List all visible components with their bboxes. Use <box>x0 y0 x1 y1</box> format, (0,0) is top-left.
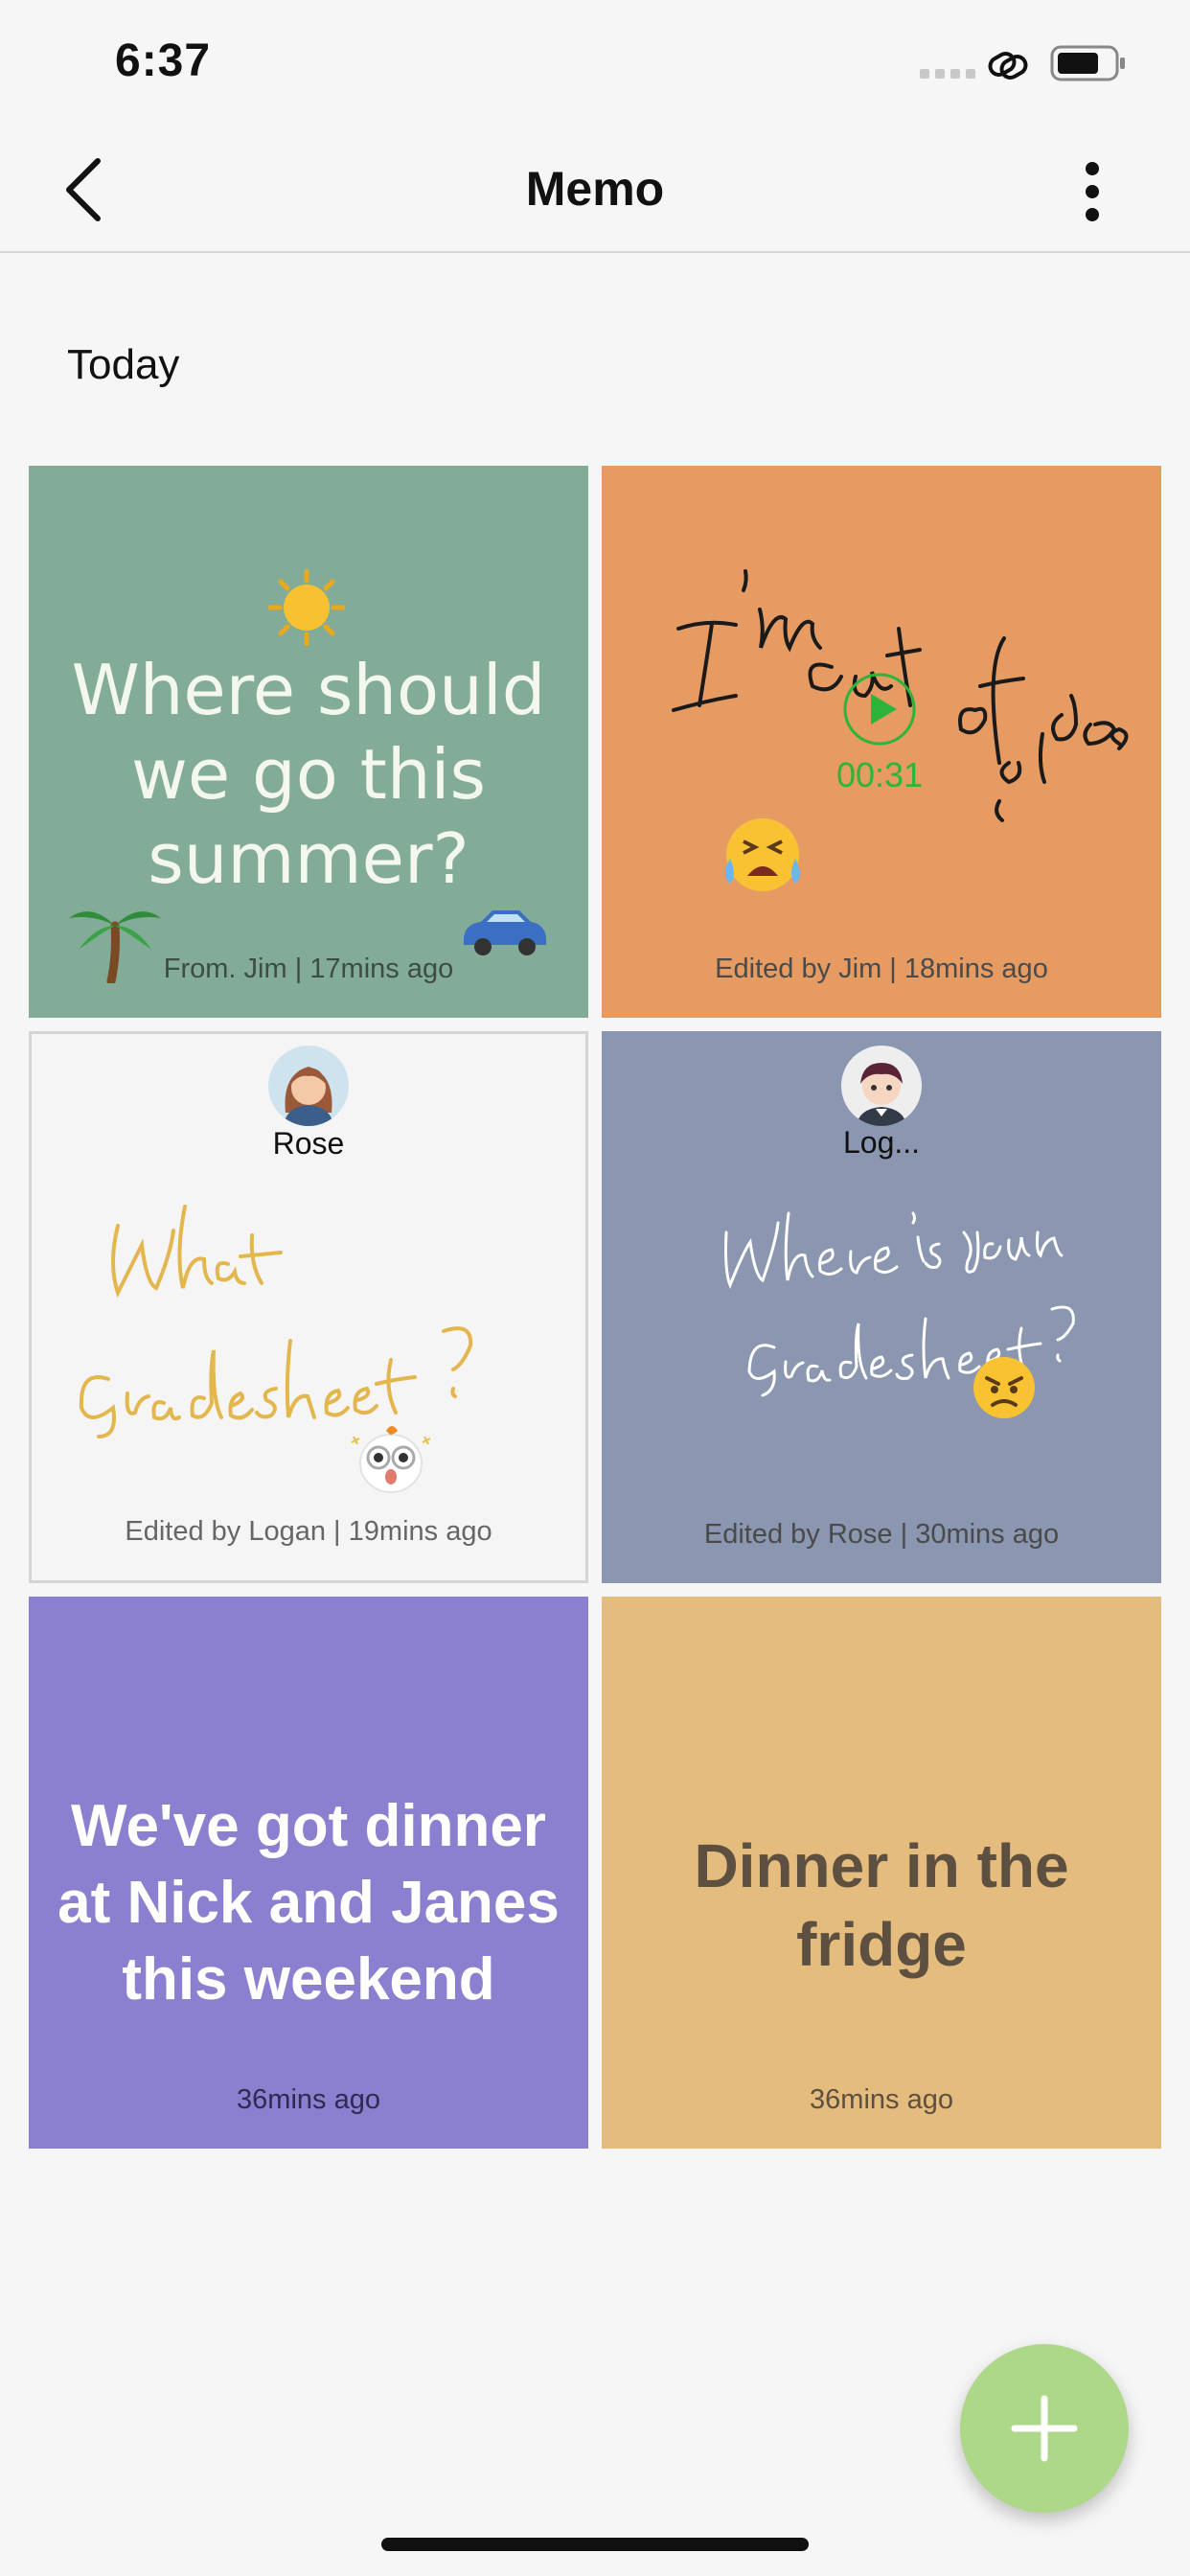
avatar <box>268 1046 349 1126</box>
memo-footer: 36mins ago <box>237 2084 380 2115</box>
memo-text: Dinner in the fridge <box>694 1831 1069 1979</box>
memo-footer: From. Jim | 17mins ago <box>163 954 454 984</box>
section-title: Today <box>67 341 180 388</box>
plus-icon <box>1011 2395 1078 2462</box>
add-memo-button[interactable] <box>960 2344 1129 2513</box>
memo-footer: Edited by Logan | 19mins ago <box>125 1516 492 1547</box>
car-icon <box>464 910 546 955</box>
memo-footer: Edited by Jim | 18mins ago <box>715 954 1048 984</box>
owl-sticker-icon <box>351 1426 431 1493</box>
memo-footer: 36mins ago <box>810 2084 953 2115</box>
memo-card[interactable]: Log... Edited by Rose | 30mins ago <box>602 1031 1161 1583</box>
audio-duration: 00:31 <box>835 755 924 794</box>
memo-card[interactable]: Dinner in the fridge 36mins ago <box>602 1597 1161 2149</box>
memo-card[interactable]: 00:31 Edited by Jim | 18mins ago <box>602 466 1161 1018</box>
memo-text: We've got dinner at Nick and Janes this … <box>57 1793 560 2012</box>
avatar-name: Log... <box>842 1125 921 1160</box>
angry-face-icon <box>973 1357 1035 1418</box>
memo-footer: Edited by Rose | 30mins ago <box>703 1519 1060 1550</box>
page-title: Memo <box>525 162 665 216</box>
more-options-icon[interactable] <box>1064 157 1121 226</box>
battery-icon <box>1050 45 1125 81</box>
crying-face-icon <box>725 818 800 891</box>
avatar-name: Rose <box>272 1126 345 1161</box>
app-header: Memo <box>0 125 1190 253</box>
avatar <box>841 1046 922 1126</box>
status-bar: 6:37 <box>0 0 1190 125</box>
link-icon <box>988 52 1028 80</box>
play-icon[interactable] <box>841 671 918 748</box>
status-time: 6:37 <box>115 35 212 86</box>
handwriting-drawing <box>724 1211 1075 1397</box>
memo-card[interactable]: We've got dinner at Nick and Janes this … <box>29 1597 588 2149</box>
home-indicator[interactable] <box>381 2538 809 2551</box>
handwriting-drawing <box>79 1205 473 1438</box>
sun-icon <box>268 569 345 646</box>
memo-text: Where should we go this summer? <box>71 650 546 899</box>
signal-icon <box>920 69 975 79</box>
memo-card[interactable]: Rose Edited by Logan | 19mins ago <box>29 1031 588 1583</box>
memo-card[interactable]: Where should we go this summer? From. Ji… <box>29 466 588 1018</box>
